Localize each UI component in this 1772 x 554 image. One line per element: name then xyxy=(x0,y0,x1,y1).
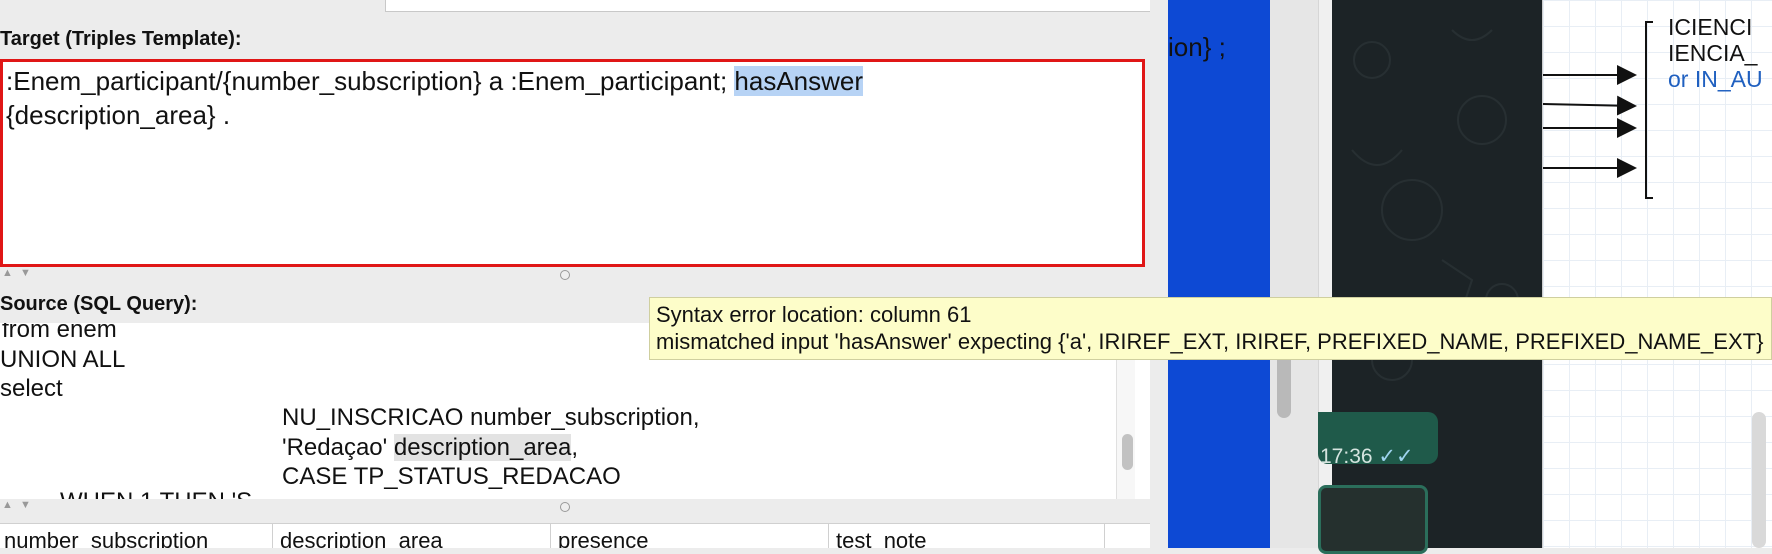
diagram-text: ICIENCI xyxy=(1668,14,1753,40)
background-window-edge xyxy=(1270,0,1318,548)
sql-line: select xyxy=(0,375,63,402)
column-divider xyxy=(272,524,273,548)
column-divider xyxy=(828,524,829,548)
sql-line: NU_INSCRICAO number_subscription, xyxy=(282,404,700,431)
target-template-editor[interactable]: :Enem_participant/{number_subscription} … xyxy=(0,59,1145,267)
target-line1-text: :Enem_participant/{number_subscription} … xyxy=(6,66,735,96)
background-editor-text: ion} ; xyxy=(1168,32,1226,62)
diagram-scrollbar-thumb[interactable] xyxy=(1752,412,1766,548)
sql-line: UNION ALL xyxy=(0,346,126,373)
chat-message-time: 17:36 ✓✓ xyxy=(1320,444,1414,469)
collapse-down-icon[interactable]: ▼ xyxy=(20,499,31,511)
collapse-down-icon[interactable]: ▼ xyxy=(20,267,31,279)
target-label: Target (Triples Template): xyxy=(0,28,242,50)
source-label: Source (SQL Query): xyxy=(0,293,198,315)
tooltip-location: Syntax error location: column 61 xyxy=(656,302,972,327)
splitter-target-source[interactable]: ▲ ▼ xyxy=(0,267,1150,280)
column-divider xyxy=(1104,524,1105,548)
target-highlighted-token: hasAnswer xyxy=(734,66,864,96)
mapping-editor-pane: Target (Triples Template): :Enem_partici… xyxy=(0,0,1150,548)
chat-time-text: 17:36 xyxy=(1320,445,1373,468)
diagram-text: or IN_AU xyxy=(1668,66,1763,92)
sql-line: CASE TP_STATUS_REDACAO xyxy=(282,463,621,490)
column-header[interactable]: presence xyxy=(558,528,649,548)
column-header[interactable]: number_subscription xyxy=(4,528,208,548)
column-header[interactable]: test_note xyxy=(836,528,927,548)
sql-highlighted-token: description_area xyxy=(393,434,572,461)
splitter-handle-icon[interactable] xyxy=(560,270,570,280)
sql-line: 'Redaçao' description_area, xyxy=(282,433,578,463)
sql-line: from enem xyxy=(2,323,117,343)
syntax-error-tooltip: Syntax error location: column 61 mismatc… xyxy=(649,297,1772,360)
column-header[interactable]: description_area xyxy=(280,528,443,548)
results-table-header: number_subscription description_area pre… xyxy=(0,523,1150,548)
source-scrollbar-thumb[interactable] xyxy=(1122,434,1133,470)
splitter-source-results[interactable]: ▲ ▼ xyxy=(0,499,1150,512)
top-input-field[interactable] xyxy=(385,0,1150,12)
diagram-text: IENCIA_ xyxy=(1668,40,1758,66)
sql-line: WHEN 1 THEN 'S... xyxy=(60,487,272,499)
column-divider xyxy=(550,524,551,548)
chat-image-thumbnail[interactable] xyxy=(1318,485,1428,554)
collapse-up-icon[interactable]: ▲ xyxy=(2,267,13,279)
splitter-handle-icon[interactable] xyxy=(560,502,570,512)
background-editor-window[interactable] xyxy=(1168,0,1270,548)
collapse-up-icon[interactable]: ▲ xyxy=(2,499,13,511)
target-line2-text: {description_area} . xyxy=(6,100,231,130)
read-receipt-icon: ✓✓ xyxy=(1378,445,1414,468)
sql-text: 'Redaçao' xyxy=(282,434,394,461)
sql-text: , xyxy=(571,434,579,461)
tooltip-message: mismatched input 'hasAnswer' expecting {… xyxy=(656,329,1764,354)
